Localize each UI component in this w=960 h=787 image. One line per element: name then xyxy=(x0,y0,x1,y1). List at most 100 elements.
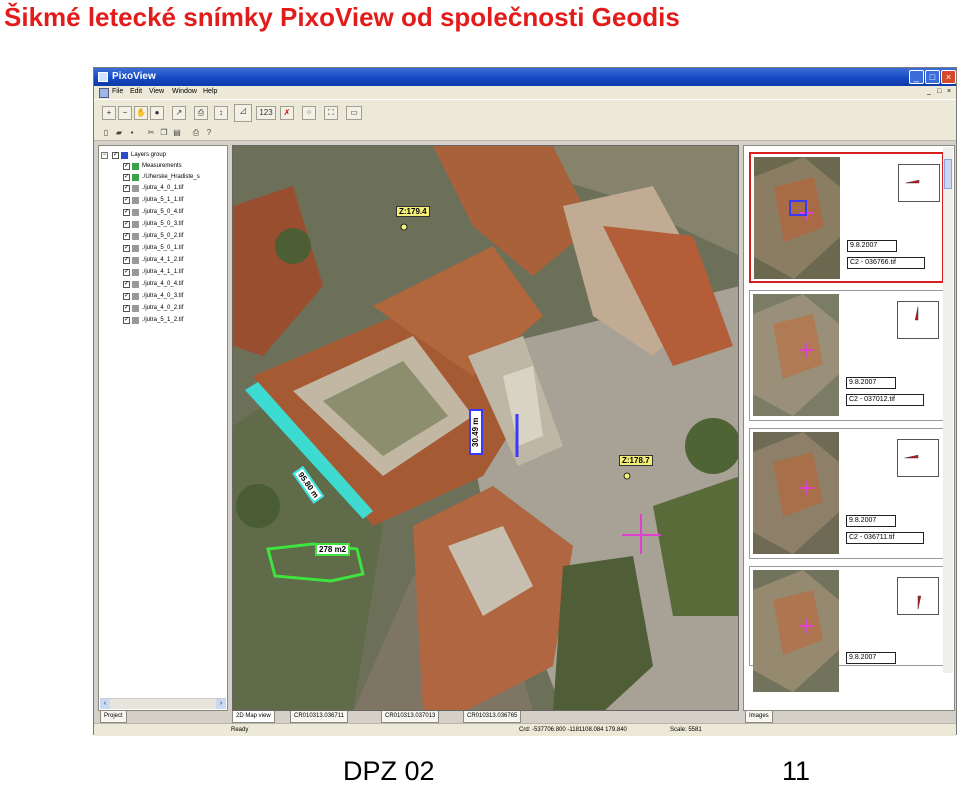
status-ready: Ready xyxy=(231,727,249,733)
status-coords: Crd: -537706.800 -1181108.084 179.840 xyxy=(519,727,627,733)
checkbox[interactable]: ✓ xyxy=(123,317,130,324)
file-toolbar: ▯ ▰ ▪ ✂ ❐ ▤ ⎙ ? xyxy=(94,126,956,141)
new-file-icon[interactable]: ▯ xyxy=(101,128,111,138)
tab-image-3[interactable]: CR010313.036765 xyxy=(463,711,522,723)
scroll-right-icon[interactable]: › xyxy=(216,699,226,709)
image-thumbnail[interactable]: 9.8.2007 xyxy=(749,566,944,692)
vertical-scrollbar[interactable] xyxy=(943,147,953,673)
open-folder-icon[interactable]: ▰ xyxy=(114,128,124,138)
collapse-icon[interactable]: − xyxy=(101,152,108,159)
elevation-label[interactable]: Z:178.7 xyxy=(619,455,653,466)
tree-file-item[interactable]: ✓ ./jutra_4_1_1.tif xyxy=(99,267,227,278)
select-icon[interactable]: ⁘ xyxy=(302,106,316,120)
mdi-minimize-button[interactable]: _ xyxy=(927,88,931,95)
scroll-left-icon[interactable]: ‹ xyxy=(100,699,110,709)
menu-window[interactable]: Window xyxy=(172,88,197,95)
image-thumbnail[interactable]: 9.8.2007 C2 - 036711.tif xyxy=(749,428,944,559)
numbering-button[interactable]: 123 xyxy=(256,106,276,120)
scroll-thumb[interactable] xyxy=(944,159,952,189)
measure-height-icon[interactable]: ↕ xyxy=(214,106,228,120)
title-bar[interactable]: PixoView _ □ × xyxy=(94,68,956,86)
tree-file-item[interactable]: ✓ ./jutra_5_0_4.tif xyxy=(99,207,227,218)
checkbox[interactable]: ✓ xyxy=(123,245,130,252)
menu-edit[interactable]: Edit xyxy=(130,88,142,95)
tree-file-item[interactable]: ✓ ./jutra_4_1_2.tif xyxy=(99,255,227,266)
map-tabs: 2D Map view CR010313.036711 CR010313.037… xyxy=(232,711,739,723)
maximize-button[interactable]: □ xyxy=(925,70,940,84)
save-icon[interactable]: ▪ xyxy=(127,128,137,138)
tree-file-item[interactable]: ✓ ./jutra_5_0_3.tif xyxy=(99,219,227,230)
paste-icon[interactable]: ▤ xyxy=(172,128,182,138)
close-button[interactable]: × xyxy=(941,70,956,84)
tree-file-item[interactable]: ✓ ./jutra_4_0_2.tif xyxy=(99,303,227,314)
tree-label: ./jutra_4_0_2.tif xyxy=(142,305,184,311)
tree-file-item[interactable]: ✓ ./jutra_5_0_1.tif xyxy=(99,243,227,254)
pointer-icon[interactable]: ↗ xyxy=(172,106,186,120)
tree-measurements[interactable]: ✓ Measurements xyxy=(99,161,227,172)
pan-hand-icon[interactable]: ✋ xyxy=(134,106,148,120)
tree-label: ./jutra_5_0_4.tif xyxy=(142,209,184,215)
height-measurement-label[interactable]: 30.49 m xyxy=(469,409,483,455)
tab-2d-map-view[interactable]: 2D Map view xyxy=(232,711,275,723)
menu-view[interactable]: View xyxy=(149,88,164,95)
checkbox[interactable]: ✓ xyxy=(123,209,130,216)
tree-file-item[interactable]: ✓ ./jutra_5_1_1.tif xyxy=(99,195,227,206)
help-icon[interactable]: ? xyxy=(204,128,214,138)
tab-project[interactable]: Project xyxy=(100,711,127,723)
measurement-icon xyxy=(132,163,139,170)
horizontal-scrollbar[interactable]: ‹ › xyxy=(100,698,226,709)
image-thumbnail[interactable]: 9.8.2007 C2 - 037012.tif xyxy=(749,290,944,421)
elevation-label[interactable]: Z:179.4 xyxy=(396,206,430,217)
menu-help[interactable]: Help xyxy=(203,88,217,95)
checkbox[interactable]: ✓ xyxy=(123,257,130,264)
image-thumbnail[interactable]: 9.8.2007 C2 - 036766.tif xyxy=(749,152,944,283)
tree-layers-group[interactable]: − ✓ Layers group xyxy=(99,150,227,161)
copy-icon[interactable]: ❐ xyxy=(159,128,169,138)
tree-file-item[interactable]: ✓ ./jutra_4_0_4.tif xyxy=(99,279,227,290)
tree-file-item[interactable]: ✓ ./jutra_4_0_3.tif xyxy=(99,291,227,302)
tree-file-item[interactable]: ✓ ./jutra_5_1_2.tif xyxy=(99,315,227,326)
mdi-close-button[interactable]: × xyxy=(947,88,951,95)
delete-icon[interactable]: ✗ xyxy=(280,106,294,120)
course-code: DPZ 02 xyxy=(343,756,435,786)
thumbnail-photo xyxy=(754,157,840,279)
measure-area-icon[interactable]: ◿ xyxy=(234,104,252,122)
tree-file-item[interactable]: ✓ ./jutra_5_0_2.tif xyxy=(99,231,227,242)
camera-icon[interactable]: ▭ xyxy=(346,106,362,120)
mdi-restore-button[interactable]: □ xyxy=(937,88,941,95)
checkbox[interactable]: ✓ xyxy=(123,305,130,312)
checkbox[interactable]: ✓ xyxy=(123,269,130,276)
checkbox[interactable]: ✓ xyxy=(123,185,130,192)
images-panel: 9.8.2007 C2 - 036766.tif 9.8.2007 C2 - 0370… xyxy=(743,145,955,711)
checkbox[interactable]: ✓ xyxy=(112,152,119,159)
map-view[interactable]: Z:179.4 Z:178.7 30.49 m 95.80 m 278 m2 xyxy=(232,145,739,711)
checkbox[interactable]: ✓ xyxy=(123,163,130,170)
area-measurement-label[interactable]: 278 m2 xyxy=(315,543,351,556)
menu-file[interactable]: File xyxy=(112,88,123,95)
print-preview-icon[interactable]: ⎙ xyxy=(191,128,201,138)
image-date: 9.8.2007 xyxy=(846,377,896,389)
globe-icon[interactable]: ● xyxy=(150,106,164,120)
zoom-out-icon[interactable]: − xyxy=(118,106,132,120)
image-file-icon xyxy=(132,305,139,312)
checkbox[interactable]: ✓ xyxy=(123,293,130,300)
tree-project-file[interactable]: ✓ ./Uherske_Hradiste_s xyxy=(99,172,227,183)
checkbox[interactable]: ✓ xyxy=(123,281,130,288)
cut-icon[interactable]: ✂ xyxy=(146,128,156,138)
image-file-icon xyxy=(132,209,139,216)
orientation-compass-icon xyxy=(897,439,939,477)
image-file-icon xyxy=(132,257,139,264)
checkbox[interactable]: ✓ xyxy=(123,221,130,228)
print-icon[interactable]: ⎙ xyxy=(194,106,208,120)
minimize-button[interactable]: _ xyxy=(909,70,924,84)
checkbox[interactable]: ✓ xyxy=(123,174,130,181)
checkbox[interactable]: ✓ xyxy=(123,233,130,240)
tree-file-item[interactable]: ✓ ./jutra_4_0_1.tif xyxy=(99,183,227,194)
checkbox[interactable]: ✓ xyxy=(123,197,130,204)
tab-image-2[interactable]: CR010313.037013 xyxy=(381,711,440,723)
fullscreen-icon[interactable]: ⛶ xyxy=(324,106,338,120)
tab-images[interactable]: Images xyxy=(745,711,773,723)
zoom-in-icon[interactable]: + xyxy=(102,106,116,120)
tab-image-1[interactable]: CR010313.036711 xyxy=(290,711,348,723)
menu-bar: File Edit View Window Help _ □ × xyxy=(94,86,956,99)
